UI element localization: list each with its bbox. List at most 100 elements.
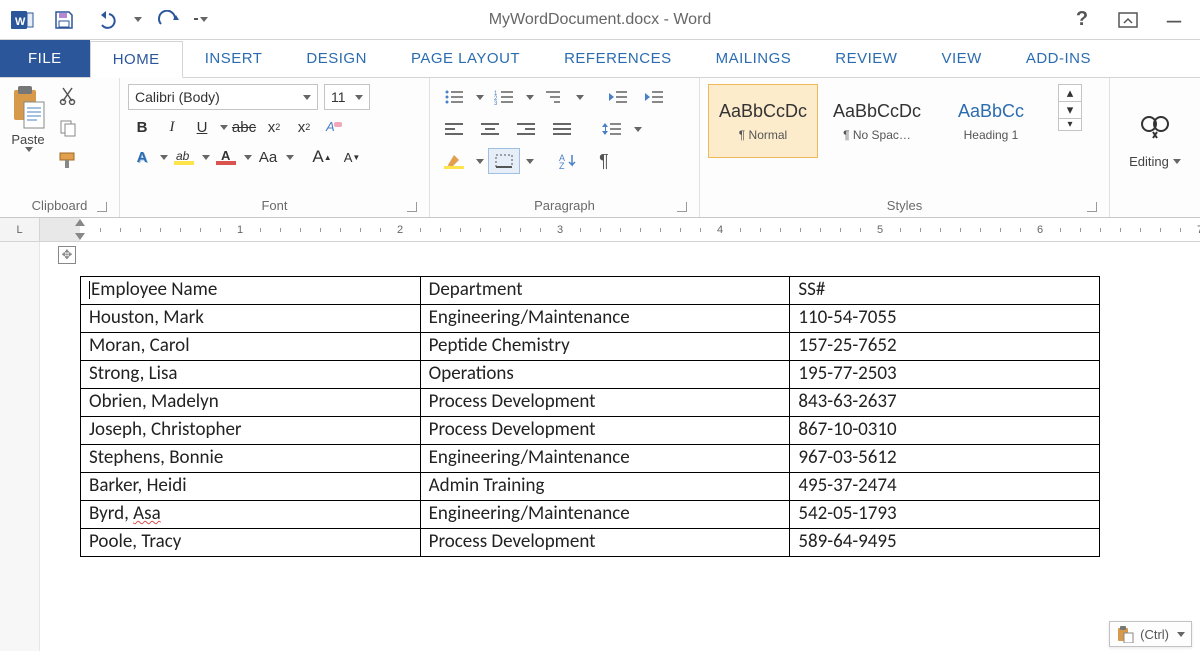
editing-menu-button[interactable]: Editing: [1129, 154, 1181, 169]
tab-file[interactable]: FILE: [0, 40, 90, 77]
tab-home[interactable]: HOME: [90, 41, 183, 78]
table-cell[interactable]: 157-25-7652: [790, 333, 1100, 361]
hanging-indent-marker[interactable]: [75, 233, 85, 240]
table-cell[interactable]: Moran, Carol: [81, 333, 421, 361]
first-line-indent-marker[interactable]: [75, 219, 85, 226]
table-cell[interactable]: 589-64-9495: [790, 529, 1100, 557]
multilevel-list-button[interactable]: [538, 84, 570, 110]
find-button[interactable]: [1139, 114, 1171, 140]
numbering-dropdown-icon[interactable]: [526, 95, 534, 100]
highlight-dropdown-icon[interactable]: [202, 155, 210, 160]
document-page[interactable]: ✥ Employee NameDepartmentSS#Houston, Mar…: [40, 242, 1200, 651]
paragraph-dialog-launcher[interactable]: [677, 202, 687, 212]
styles-dialog-launcher[interactable]: [1087, 202, 1097, 212]
line-spacing-dropdown-icon[interactable]: [634, 127, 642, 132]
cut-button[interactable]: [56, 84, 80, 108]
table-row[interactable]: Houston, MarkEngineering/Maintenance110-…: [81, 305, 1100, 333]
align-left-button[interactable]: [438, 116, 470, 142]
justify-button[interactable]: [546, 116, 578, 142]
table-row[interactable]: Poole, TracyProcess Development589-64-94…: [81, 529, 1100, 557]
shading-button[interactable]: [438, 148, 470, 174]
table-row[interactable]: Obrien, MadelynProcess Development843-63…: [81, 389, 1100, 417]
text-effects-dropdown-icon[interactable]: [160, 155, 168, 160]
strikethrough-button[interactable]: abc: [230, 114, 258, 140]
table-cell[interactable]: Strong, Lisa: [81, 361, 421, 389]
table-header-cell[interactable]: Employee Name: [81, 277, 421, 305]
table-cell[interactable]: Houston, Mark: [81, 305, 421, 333]
grow-font-button[interactable]: A▲: [308, 144, 336, 170]
table-row[interactable]: Stephens, BonnieEngineering/Maintenance9…: [81, 445, 1100, 473]
table-move-handle[interactable]: ✥: [58, 246, 76, 264]
table-cell[interactable]: Process Development: [420, 417, 790, 445]
save-button[interactable]: [48, 4, 80, 36]
borders-button[interactable]: [488, 148, 520, 174]
table-header-cell[interactable]: Department: [420, 277, 790, 305]
decrease-indent-button[interactable]: [602, 84, 634, 110]
tab-insert[interactable]: INSERT: [183, 40, 285, 77]
superscript-button[interactable]: x2: [290, 114, 318, 140]
underline-button[interactable]: U: [188, 114, 216, 140]
redo-button[interactable]: [152, 4, 184, 36]
highlight-button[interactable]: ab: [170, 144, 198, 170]
multilevel-dropdown-icon[interactable]: [576, 95, 584, 100]
numbering-button[interactable]: 123: [488, 84, 520, 110]
line-spacing-button[interactable]: [596, 116, 628, 142]
font-name-select[interactable]: Calibri (Body): [128, 84, 318, 110]
table-header-cell[interactable]: SS#: [790, 277, 1100, 305]
table-cell[interactable]: 843-63-2637: [790, 389, 1100, 417]
font-color-button[interactable]: A: [212, 144, 240, 170]
table-row[interactable]: Joseph, ChristopherProcess Development86…: [81, 417, 1100, 445]
customize-qat-button[interactable]: [194, 4, 208, 36]
table-cell[interactable]: 542-05-1793: [790, 501, 1100, 529]
table-row[interactable]: Moran, CarolPeptide Chemistry157-25-7652: [81, 333, 1100, 361]
table-cell[interactable]: 495-37-2474: [790, 473, 1100, 501]
bullets-button[interactable]: [438, 84, 470, 110]
ribbon-display-options-button[interactable]: [1112, 4, 1144, 36]
tab-design[interactable]: DESIGN: [284, 40, 389, 77]
table-cell[interactable]: Process Development: [420, 389, 790, 417]
subscript-button[interactable]: x2: [260, 114, 288, 140]
font-color-dropdown-icon[interactable]: [244, 155, 252, 160]
table-cell[interactable]: Engineering/Maintenance: [420, 501, 790, 529]
style-scroll-up-button[interactable]: ▴: [1059, 85, 1081, 101]
table-cell[interactable]: Byrd, Asa: [81, 501, 421, 529]
underline-dropdown-icon[interactable]: [220, 125, 228, 130]
style-item-2[interactable]: AaBbCcHeading 1: [936, 84, 1046, 158]
change-case-dropdown-icon[interactable]: [286, 155, 294, 160]
tab-mailings[interactable]: MAILINGS: [694, 40, 814, 77]
bold-button[interactable]: B: [128, 114, 156, 140]
borders-dropdown-icon[interactable]: [526, 159, 534, 164]
tab-addins[interactable]: ADD-INS: [1004, 40, 1113, 77]
copy-button[interactable]: [56, 116, 80, 140]
table-cell[interactable]: Barker, Heidi: [81, 473, 421, 501]
document-table[interactable]: Employee NameDepartmentSS#Houston, MarkE…: [80, 276, 1100, 557]
table-cell[interactable]: Obrien, Madelyn: [81, 389, 421, 417]
italic-button[interactable]: I: [158, 114, 186, 140]
table-row[interactable]: Barker, HeidiAdmin Training495-37-2474: [81, 473, 1100, 501]
increase-indent-button[interactable]: [638, 84, 670, 110]
undo-button[interactable]: [90, 4, 122, 36]
clipboard-dialog-launcher[interactable]: [97, 202, 107, 212]
table-cell[interactable]: Process Development: [420, 529, 790, 557]
bullets-dropdown-icon[interactable]: [476, 95, 484, 100]
font-size-select[interactable]: 11: [324, 84, 370, 110]
table-cell[interactable]: Joseph, Christopher: [81, 417, 421, 445]
table-cell[interactable]: Engineering/Maintenance: [420, 305, 790, 333]
tab-review[interactable]: REVIEW: [813, 40, 919, 77]
table-cell[interactable]: 195-77-2503: [790, 361, 1100, 389]
shrink-font-button[interactable]: A▼: [338, 144, 366, 170]
horizontal-ruler[interactable]: 1234567: [40, 218, 1200, 241]
style-expand-button[interactable]: ▾: [1059, 118, 1081, 130]
table-cell[interactable]: Admin Training: [420, 473, 790, 501]
table-header-row[interactable]: Employee NameDepartmentSS#: [81, 277, 1100, 305]
sort-button[interactable]: AZ: [552, 148, 584, 174]
style-scroll-down-button[interactable]: ▾: [1059, 101, 1081, 118]
style-item-1[interactable]: AaBbCcDc¶ No Spac…: [822, 84, 932, 158]
table-cell[interactable]: 110-54-7055: [790, 305, 1100, 333]
align-right-button[interactable]: [510, 116, 542, 142]
word-app-icon[interactable]: W: [6, 4, 38, 36]
paste-options-button[interactable]: (Ctrl): [1109, 621, 1192, 647]
table-cell[interactable]: 867-10-0310: [790, 417, 1100, 445]
font-dialog-launcher[interactable]: [407, 202, 417, 212]
align-center-button[interactable]: [474, 116, 506, 142]
